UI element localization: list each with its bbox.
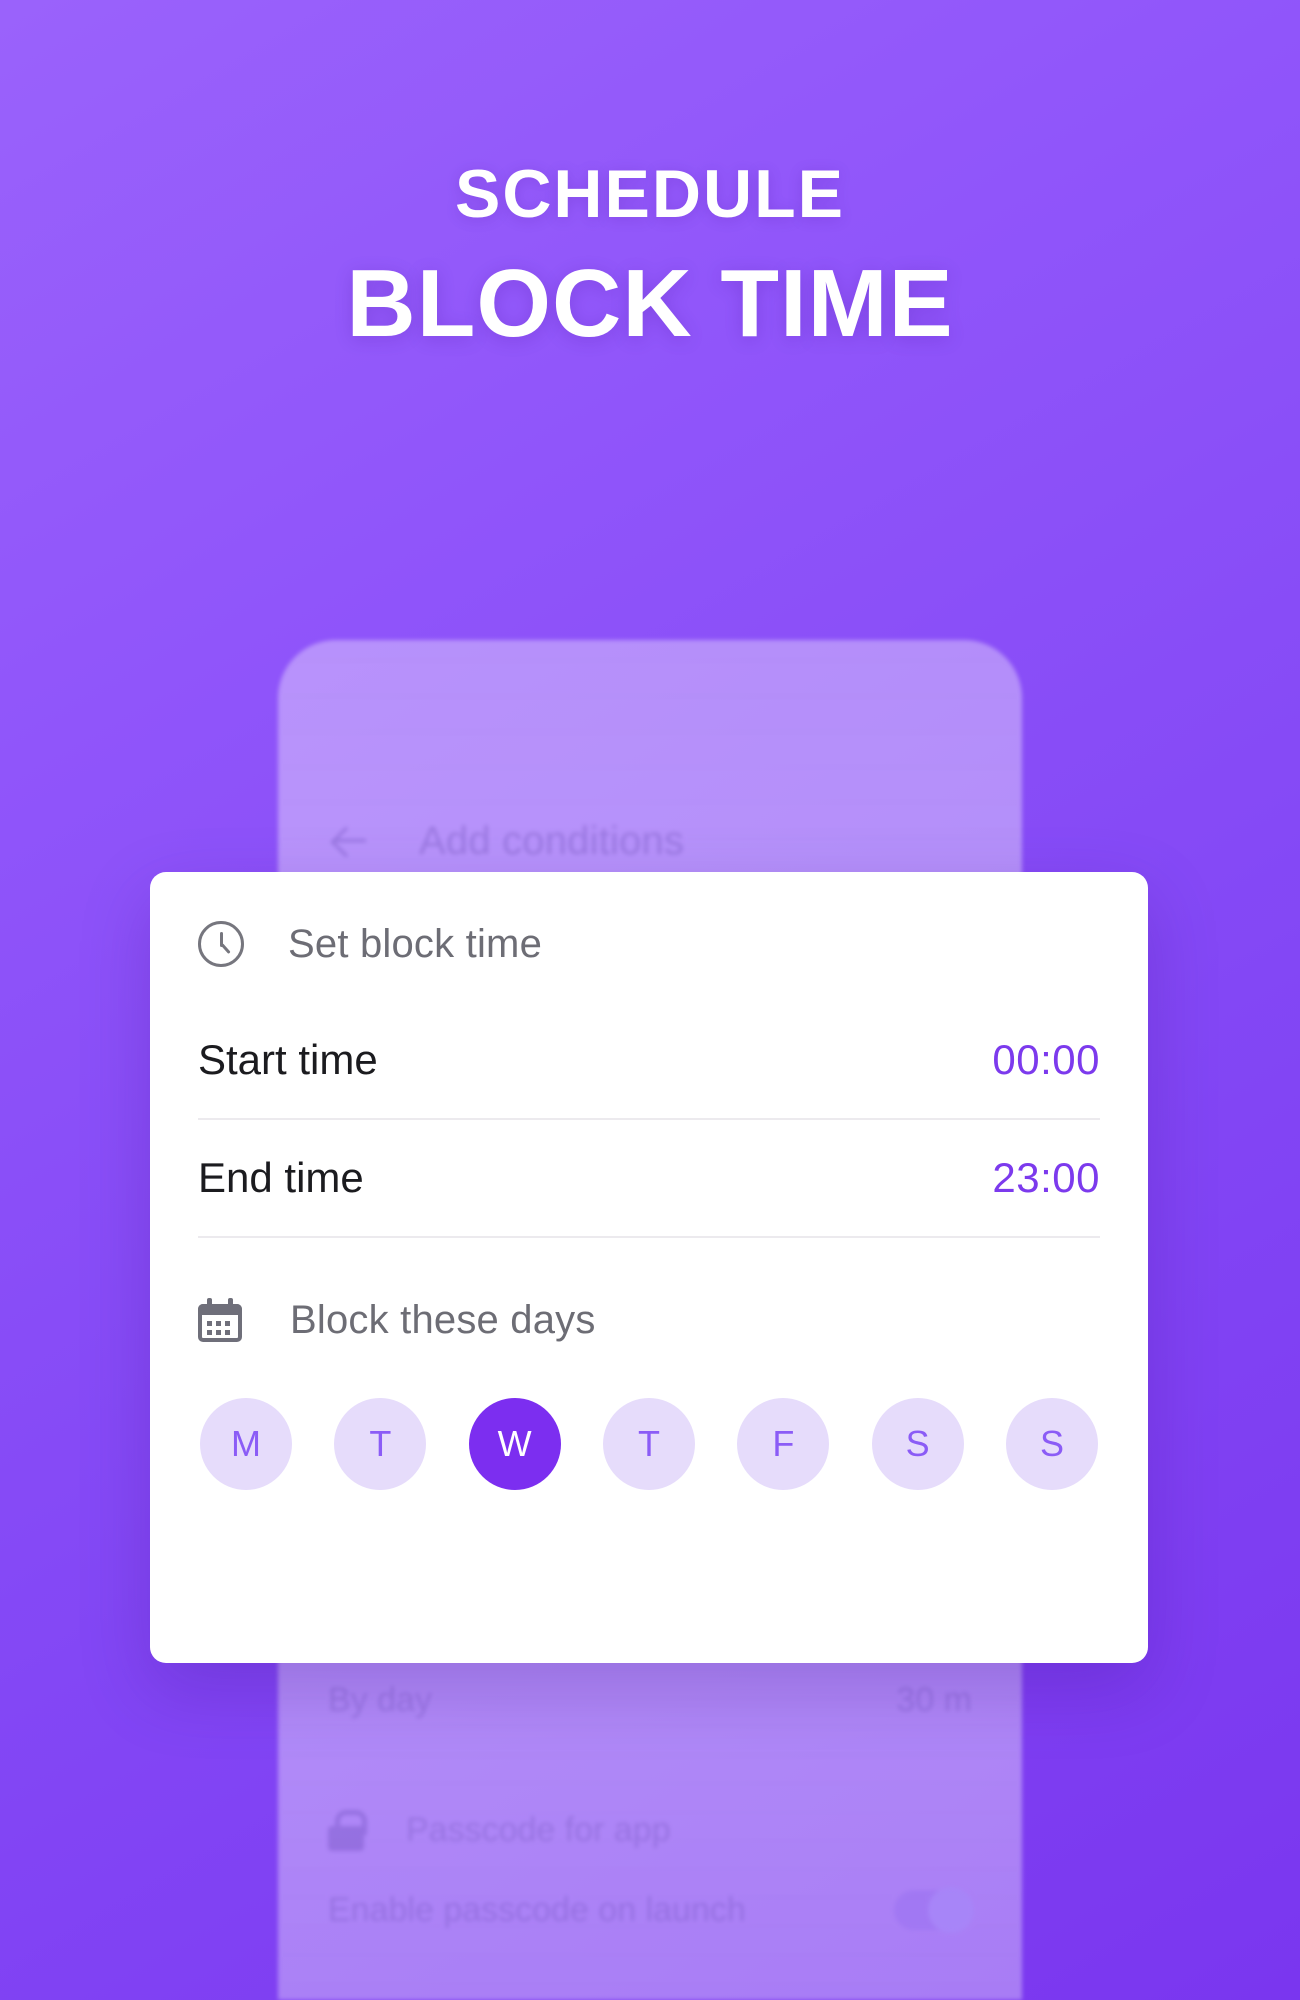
day-chip-friday[interactable]: F <box>737 1398 830 1490</box>
lock-icon <box>328 1810 367 1851</box>
dialog-header: Set block time <box>198 872 1100 1002</box>
start-time-row[interactable]: Start time 00:00 <box>198 1002 1100 1120</box>
end-time-label: End time <box>198 1154 364 1201</box>
mock-row-by-day[interactable]: By day 30 m <box>278 1660 1022 1740</box>
day-chip-monday[interactable]: M <box>200 1398 292 1490</box>
set-block-time-dialog: Set block time Start time 00:00 End time… <box>150 872 1148 1663</box>
mock-appbar-title: Add conditions <box>419 818 685 863</box>
start-time-label: Start time <box>198 1036 378 1083</box>
arrow-left-icon[interactable] <box>328 818 374 864</box>
day-chip-thursday[interactable]: T <box>602 1398 695 1490</box>
calendar-top-bar <box>198 1304 242 1315</box>
mock-row-passcode: Passcode for app <box>278 1790 1022 1870</box>
block-days-title: Block these days <box>290 1297 596 1342</box>
day-chip-sunday[interactable]: S <box>1005 1398 1098 1490</box>
page-headline: SCHEDULE BLOCK TIME <box>0 160 1300 358</box>
block-days-header: Block these days <box>198 1256 1100 1384</box>
start-time-value[interactable]: 00:00 <box>992 1036 1100 1084</box>
calendar-dots <box>207 1321 234 1335</box>
day-selector: M T W T F S S <box>198 1398 1100 1490</box>
day-chip-saturday[interactable]: S <box>871 1398 964 1490</box>
mock-row-by-day-value: 30 m <box>896 1680 972 1719</box>
mock-row-by-day-label: By day <box>328 1680 432 1719</box>
clock-icon <box>198 921 244 967</box>
day-chip-tuesday[interactable]: T <box>334 1398 427 1490</box>
dialog-title: Set block time <box>288 921 543 966</box>
end-time-row[interactable]: End time 23:00 <box>198 1120 1100 1238</box>
mock-row-enable-passcode-label: Enable passcode on launch <box>328 1890 746 1929</box>
calendar-peg-right <box>228 1298 233 1308</box>
end-time-value[interactable]: 23:00 <box>992 1154 1100 1202</box>
mock-row-passcode-label: Passcode for app <box>406 1810 671 1849</box>
enable-passcode-toggle[interactable] <box>894 1887 974 1933</box>
calendar-peg-left <box>207 1298 212 1308</box>
day-chip-wednesday[interactable]: W <box>468 1398 561 1490</box>
calendar-icon <box>198 1298 242 1342</box>
headline-line-1: SCHEDULE <box>454 156 846 232</box>
mock-row-enable-passcode[interactable]: Enable passcode on launch <box>278 1870 1022 1950</box>
headline-line-2: BLOCK TIME <box>346 250 954 357</box>
